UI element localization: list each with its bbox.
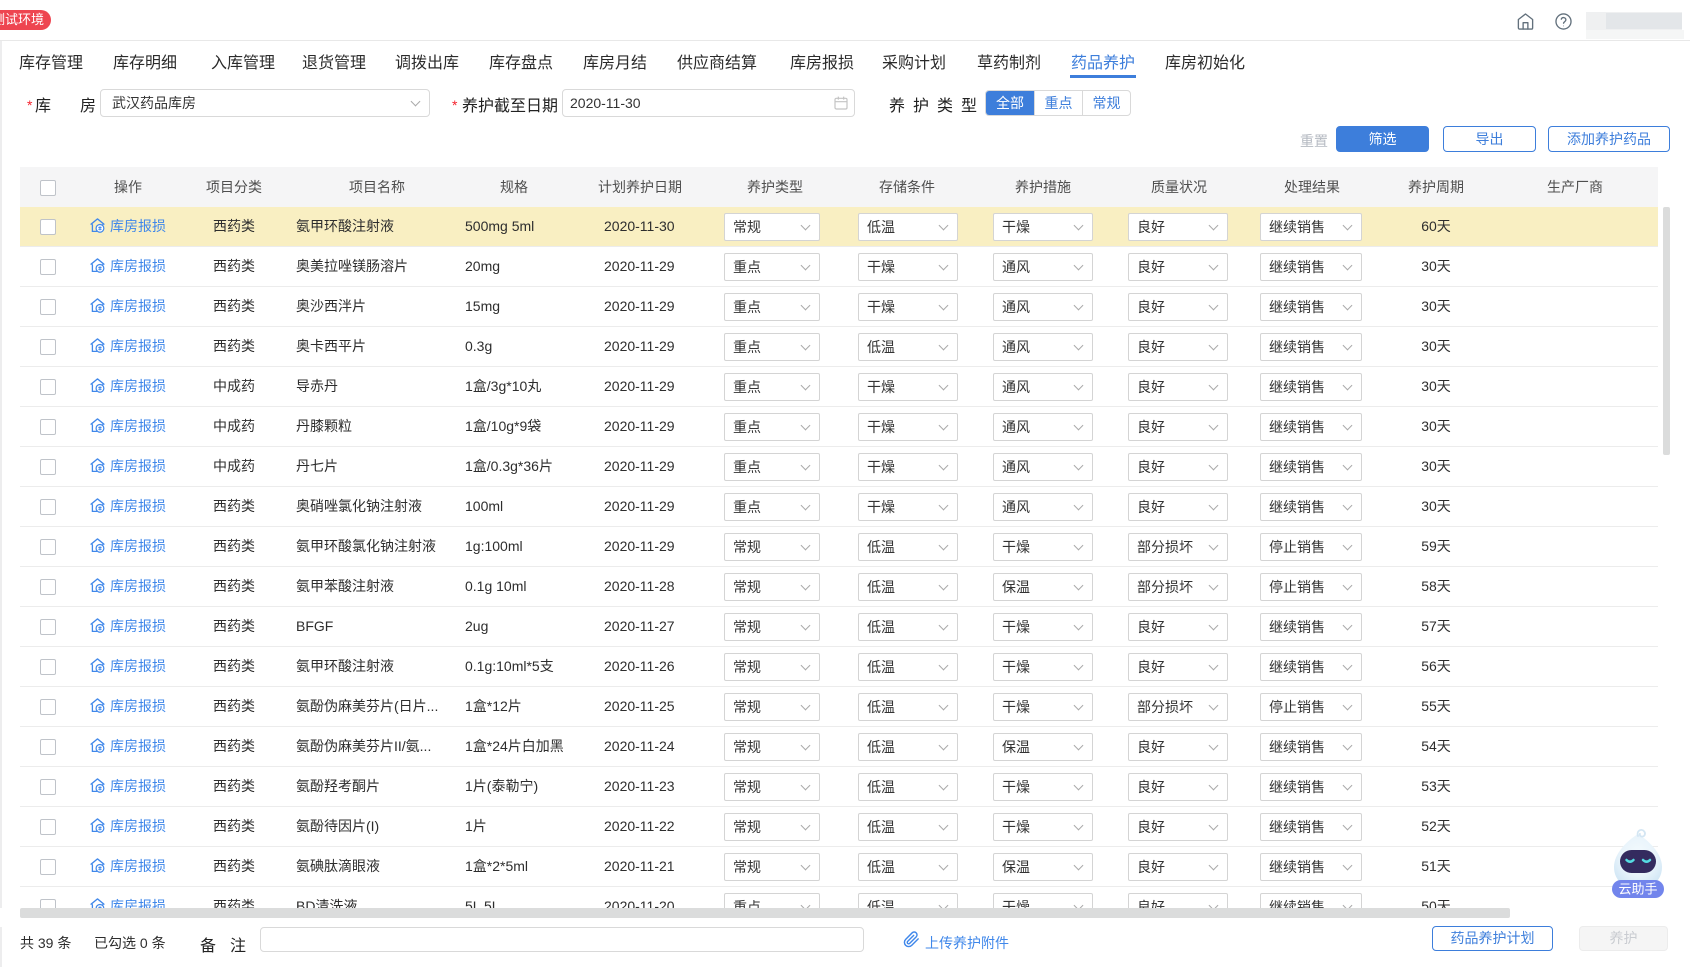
svg-text:云助手: 云助手 <box>1618 882 1657 897</box>
